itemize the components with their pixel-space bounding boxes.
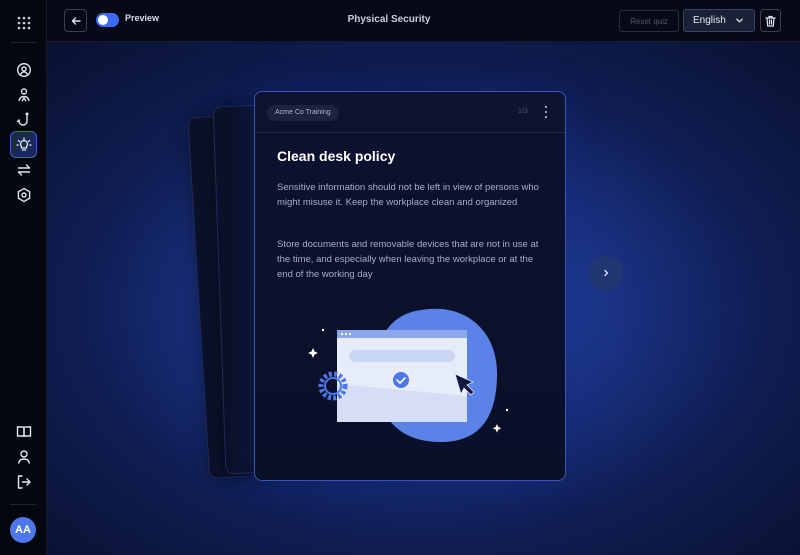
settings-icon[interactable] [10, 181, 37, 208]
card-tag: Acme Co Training [267, 105, 339, 121]
language-value: English [693, 15, 726, 26]
user-icon[interactable] [10, 443, 37, 470]
language-select[interactable]: English [683, 9, 755, 32]
lightbulb-icon[interactable] [10, 131, 37, 158]
dashboard-icon[interactable] [10, 56, 37, 83]
chevron-down-icon [736, 18, 743, 23]
lesson-card: Acme Co Training 1/3 Clean desk policy S… [254, 91, 566, 481]
book-icon[interactable] [10, 418, 37, 445]
sidebar-divider [10, 504, 37, 505]
sparkle-icon [492, 424, 502, 433]
check-badge-icon [393, 372, 409, 388]
card-paragraph: Store documents and removable devices th… [277, 239, 539, 280]
topbar: Preview Physical Security Reset quiz Eng… [47, 0, 800, 42]
sparkle-icon [308, 348, 318, 358]
lesson-stage: Acme Co Training 1/3 Clean desk policy S… [47, 42, 800, 555]
sidebar-divider [10, 42, 37, 43]
card-menu-icon[interactable] [542, 106, 550, 118]
reset-quiz-button[interactable]: Reset quiz [619, 10, 679, 32]
people-icon[interactable] [10, 81, 37, 108]
card-page-indicator: 1/3 [518, 108, 528, 115]
card-header: Acme Co Training 1/3 [255, 92, 565, 133]
next-card-button[interactable] [589, 256, 623, 290]
sync-icon[interactable] [10, 156, 37, 183]
delete-button[interactable] [760, 9, 781, 32]
chevron-right-icon [604, 269, 609, 277]
apps-grid-icon[interactable] [10, 9, 37, 36]
card-paragraph: Sensitive information should not be left… [277, 182, 539, 208]
trash-icon [765, 15, 776, 27]
avatar[interactable]: AA [10, 517, 36, 543]
clean-desk-illustration [308, 308, 509, 442]
logout-icon[interactable] [10, 468, 37, 495]
sidebar: AA [0, 0, 47, 555]
card-title: Clean desk policy [277, 148, 396, 164]
phishing-hook-icon[interactable] [10, 106, 37, 133]
